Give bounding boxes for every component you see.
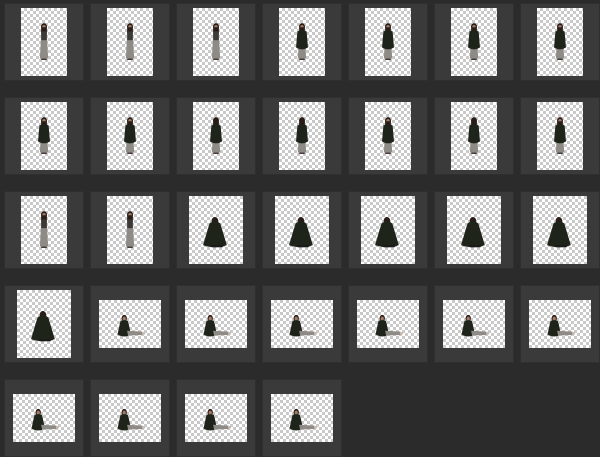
figure-silhouette — [39, 211, 49, 248]
photo-thumbnail[interactable] — [262, 379, 342, 457]
figure-silhouette — [547, 314, 575, 337]
transparent-image-preview — [21, 102, 67, 170]
transparent-image-preview — [271, 300, 333, 348]
photo-thumbnail[interactable] — [262, 285, 342, 363]
photo-thumbnail[interactable] — [4, 97, 84, 175]
figure-silhouette — [461, 217, 485, 248]
figure-silhouette — [125, 23, 135, 60]
transparent-image-preview — [21, 196, 67, 264]
photo-thumbnail[interactable] — [434, 285, 514, 363]
figure-silhouette — [203, 314, 231, 337]
figure-silhouette — [38, 117, 50, 154]
photo-thumbnail[interactable] — [176, 97, 256, 175]
photo-thumbnail[interactable] — [90, 3, 170, 81]
figure-silhouette — [296, 117, 308, 154]
transparent-image-preview — [271, 394, 333, 442]
transparent-image-preview — [17, 290, 71, 358]
figure-silhouette — [210, 117, 222, 154]
photo-thumbnail[interactable] — [262, 191, 342, 269]
figure-silhouette — [468, 117, 480, 154]
transparent-image-preview — [13, 394, 75, 442]
photo-thumbnail[interactable] — [434, 191, 514, 269]
transparent-image-preview — [107, 102, 153, 170]
figure-silhouette — [375, 217, 399, 248]
figure-silhouette — [461, 314, 489, 337]
figure-silhouette — [203, 408, 231, 431]
transparent-image-preview — [185, 300, 247, 348]
figure-silhouette — [203, 217, 227, 248]
transparent-image-preview — [357, 300, 419, 348]
figure-silhouette — [124, 117, 136, 154]
photo-thumbnail[interactable] — [348, 97, 428, 175]
photo-thumbnail[interactable] — [4, 191, 84, 269]
transparent-image-preview — [537, 8, 583, 76]
photo-thumbnail[interactable] — [262, 3, 342, 81]
photo-thumbnail[interactable] — [90, 97, 170, 175]
figure-silhouette — [382, 23, 394, 60]
figure-silhouette — [39, 23, 49, 60]
contact-sheet-grid — [0, 0, 600, 457]
photo-thumbnail[interactable] — [520, 191, 600, 269]
photo-thumbnail[interactable] — [90, 191, 170, 269]
transparent-image-preview — [99, 394, 161, 442]
figure-silhouette — [382, 117, 394, 154]
transparent-image-preview — [21, 8, 67, 76]
figure-silhouette — [211, 23, 221, 60]
figure-silhouette — [117, 408, 145, 431]
photo-thumbnail[interactable] — [520, 3, 600, 81]
transparent-image-preview — [189, 196, 243, 264]
transparent-image-preview — [537, 102, 583, 170]
photo-thumbnail[interactable] — [4, 285, 84, 363]
figure-silhouette — [296, 23, 308, 60]
transparent-image-preview — [533, 196, 587, 264]
photo-thumbnail[interactable] — [348, 285, 428, 363]
photo-thumbnail[interactable] — [520, 285, 600, 363]
figure-silhouette — [117, 314, 145, 337]
photo-thumbnail[interactable] — [262, 97, 342, 175]
figure-silhouette — [289, 408, 317, 431]
transparent-image-preview — [185, 394, 247, 442]
figure-silhouette — [547, 217, 571, 248]
photo-thumbnail[interactable] — [90, 285, 170, 363]
photo-thumbnail[interactable] — [348, 3, 428, 81]
transparent-image-preview — [529, 300, 591, 348]
photo-thumbnail[interactable] — [4, 379, 84, 457]
transparent-image-preview — [361, 196, 415, 264]
figure-silhouette — [125, 211, 135, 248]
transparent-image-preview — [447, 196, 501, 264]
figure-silhouette — [31, 408, 59, 431]
transparent-image-preview — [365, 8, 411, 76]
figure-silhouette — [375, 314, 403, 337]
transparent-image-preview — [275, 196, 329, 264]
photo-thumbnail[interactable] — [348, 191, 428, 269]
transparent-image-preview — [279, 102, 325, 170]
transparent-image-preview — [451, 8, 497, 76]
figure-silhouette — [554, 23, 566, 60]
transparent-image-preview — [451, 102, 497, 170]
figure-silhouette — [31, 311, 55, 342]
figure-silhouette — [554, 117, 566, 154]
photo-thumbnail[interactable] — [434, 3, 514, 81]
photo-thumbnail[interactable] — [90, 379, 170, 457]
transparent-image-preview — [107, 196, 153, 264]
photo-thumbnail[interactable] — [520, 97, 600, 175]
photo-thumbnail[interactable] — [176, 3, 256, 81]
photo-thumbnail[interactable] — [4, 3, 84, 81]
transparent-image-preview — [443, 300, 505, 348]
transparent-image-preview — [279, 8, 325, 76]
photo-thumbnail[interactable] — [176, 379, 256, 457]
photo-thumbnail[interactable] — [176, 191, 256, 269]
transparent-image-preview — [107, 8, 153, 76]
photo-thumbnail[interactable] — [176, 285, 256, 363]
transparent-image-preview — [193, 102, 239, 170]
photo-thumbnail[interactable] — [434, 97, 514, 175]
figure-silhouette — [289, 217, 313, 248]
figure-silhouette — [289, 314, 317, 337]
transparent-image-preview — [193, 8, 239, 76]
figure-silhouette — [468, 23, 480, 60]
transparent-image-preview — [365, 102, 411, 170]
transparent-image-preview — [99, 300, 161, 348]
